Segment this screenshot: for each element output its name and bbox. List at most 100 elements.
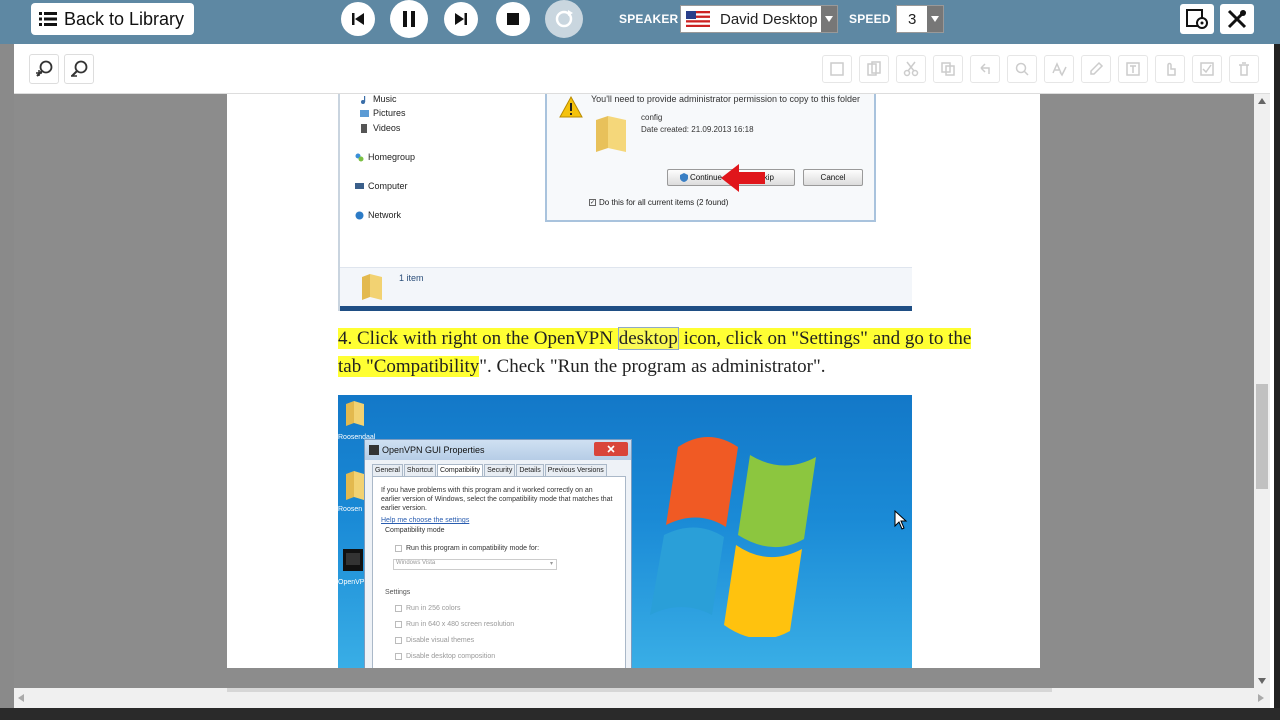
cut-tool-button[interactable] (896, 55, 926, 83)
tools-button[interactable] (1220, 4, 1254, 34)
speaker-value: David Desktop (720, 10, 818, 28)
copy-icon (941, 62, 955, 76)
vertical-scroll-thumb[interactable] (1256, 384, 1268, 489)
speed-select[interactable]: 3 (896, 5, 944, 33)
spellcheck-icon (1052, 62, 1067, 77)
undo-tool-button[interactable] (970, 55, 1000, 83)
nav-network: Network (355, 210, 401, 220)
pause-icon (403, 11, 415, 27)
window-right-edge (1270, 44, 1280, 708)
network-icon (355, 211, 364, 219)
repeat-button[interactable] (545, 0, 583, 38)
instruction-rest: ". Check "Run the program as administrat… (479, 356, 826, 377)
window-bottom-border (340, 306, 912, 311)
reader-app: Back to Library SPEAKER David Desktop SP… (0, 0, 1280, 720)
zoom-out-button[interactable] (64, 54, 94, 84)
tab-security[interactable]: Security (484, 464, 516, 476)
skip-forward-icon (455, 13, 467, 25)
setting-640x480[interactable]: Run in 640 x 480 screen resolution (395, 621, 514, 628)
vertical-scrollbar[interactable] (1254, 94, 1270, 688)
text-tool-button[interactable] (1118, 55, 1148, 83)
zoom-in-button[interactable] (29, 54, 59, 84)
checkmark-icon: ✓ (589, 199, 596, 206)
search-icon (1015, 62, 1029, 76)
horizontal-scrollbar[interactable] (14, 688, 1270, 708)
scroll-right-icon[interactable] (1258, 694, 1264, 702)
tab-compatibility[interactable]: Compatibility (436, 464, 484, 476)
tab-previous-versions[interactable]: Previous Versions (544, 464, 607, 476)
back-to-library-label: Back to Library (64, 8, 185, 29)
skip-forward-button[interactable] (444, 2, 478, 36)
speaker-label: SPEAKER (619, 12, 679, 26)
zoom-out-icon (71, 60, 88, 77)
scroll-down-icon[interactable] (1258, 678, 1266, 684)
desktop-screenshot: Roosendaal Roosen OpenVPN OpenVPN GUI Pr… (338, 395, 912, 668)
highlighter-icon (1090, 61, 1104, 75)
compat-intro: If you have problems with this program a… (381, 487, 613, 512)
document-page: Music Pictures Videos Homegroup Computer (227, 94, 1040, 668)
speaker-select[interactable]: David Desktop (680, 5, 838, 33)
cancel-button[interactable]: Cancel (803, 169, 863, 186)
text-box-icon (1126, 62, 1140, 76)
stop-icon (507, 13, 519, 25)
tab-shortcut[interactable]: Shortcut (403, 464, 436, 476)
desktop-folder-icon (346, 401, 364, 426)
tab-details[interactable]: Details (516, 464, 544, 476)
dialog-message: You'll need to provide administrator per… (591, 94, 861, 104)
setting-visual-themes[interactable]: Disable visual themes (395, 637, 474, 644)
top-toolbar: Back to Library SPEAKER David Desktop SP… (0, 0, 1280, 44)
taskbar-strip (0, 708, 1280, 720)
chevron-down-icon (821, 6, 837, 32)
pages-icon (867, 61, 881, 76)
windows-logo-icon (650, 437, 816, 637)
item-count: 1 item (399, 273, 424, 283)
document-viewport[interactable]: Music Pictures Videos Homegroup Computer (14, 94, 1254, 688)
setting-256-colors[interactable]: Run in 256 colors (395, 605, 460, 612)
warning-icon (559, 96, 583, 118)
pages-tool-button[interactable] (859, 55, 889, 83)
compat-mode-select[interactable]: Windows Vista ▾ (393, 559, 557, 570)
mouse-cursor-icon (894, 510, 908, 530)
copy-tool-button[interactable] (933, 55, 963, 83)
spellcheck-tool-button[interactable] (1044, 55, 1074, 83)
folder-icon (362, 274, 382, 300)
properties-window: OpenVPN GUI Properties General Shortcut … (364, 439, 632, 668)
setting-desktop-composition[interactable]: Disable desktop composition (395, 653, 495, 660)
screen-settings-button[interactable] (1180, 4, 1214, 34)
pause-button[interactable] (390, 0, 428, 38)
scissors-icon (903, 61, 919, 77)
skip-back-button[interactable] (341, 2, 375, 36)
desktop-folder-icon (346, 471, 364, 500)
scroll-left-icon[interactable] (18, 694, 24, 702)
help-link[interactable]: Help me choose the settings (381, 516, 469, 525)
back-to-library-button[interactable]: Back to Library (31, 3, 194, 35)
check-tool-button[interactable] (1192, 55, 1222, 83)
speed-value: 3 (908, 10, 917, 28)
nav-videos: Videos (360, 123, 400, 133)
save-tool-button[interactable] (822, 55, 852, 83)
repeat-icon (555, 10, 573, 28)
computer-icon (355, 182, 364, 189)
zoom-in-icon (36, 60, 53, 77)
apply-all-checkbox[interactable]: ✓ Do this for all current items (2 found… (589, 198, 728, 207)
shield-icon (679, 173, 688, 182)
horizontal-scroll-thumb[interactable] (227, 688, 1052, 692)
hand-pointer-icon (1167, 62, 1176, 76)
app-icon (369, 445, 379, 455)
close-button[interactable] (594, 442, 628, 456)
properties-titlebar: OpenVPN GUI Properties (365, 440, 631, 460)
pointer-tool-button[interactable] (1155, 55, 1185, 83)
compat-mode-checkbox[interactable]: Run this program in compatibility mode f… (395, 545, 539, 552)
tab-general[interactable]: General (372, 464, 403, 476)
skip-back-icon (352, 13, 364, 25)
stop-button[interactable] (496, 2, 530, 36)
delete-tool-button[interactable] (1229, 55, 1259, 83)
highlight-tool-button[interactable] (1081, 55, 1111, 83)
properties-tabs: General Shortcut Compatibility Security … (372, 464, 608, 476)
scroll-up-icon[interactable] (1258, 98, 1266, 104)
search-tool-button[interactable] (1007, 55, 1037, 83)
nav-music: Music (360, 94, 397, 104)
folder-date: Date created: 21.09.2013 16:18 (641, 125, 754, 134)
copy-permission-dialog: You'll need to provide administrator per… (545, 94, 876, 222)
folder-name: config (641, 113, 663, 122)
